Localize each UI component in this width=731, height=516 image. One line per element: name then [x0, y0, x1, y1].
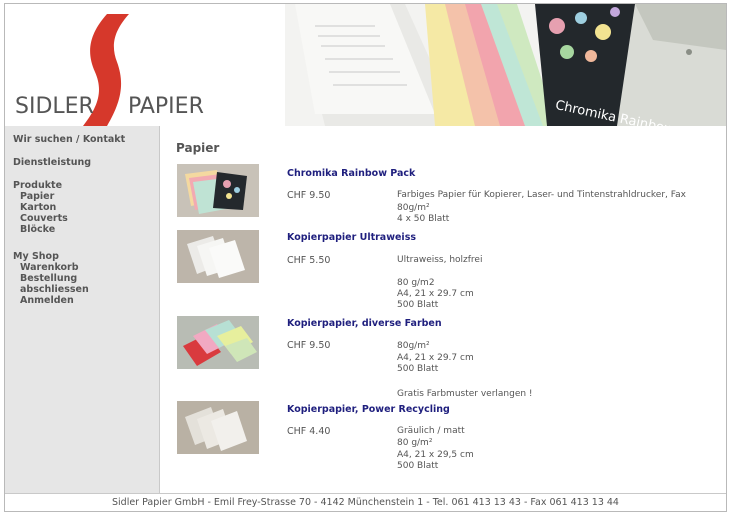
product-desc-line: Farbiges Papier für Kopierer, Laser- und…: [397, 190, 686, 200]
product-image-ultraweiss[interactable]: [177, 230, 259, 283]
nav-contact-link[interactable]: Wir suchen / Kontakt: [13, 134, 125, 145]
product-desc-line: 500 Blatt: [397, 364, 439, 374]
product-desc-line: Gratis Farbmuster verlangen !: [397, 389, 533, 399]
nav-papier-link[interactable]: Papier: [20, 191, 54, 202]
nav-service-link[interactable]: Dienstleistung: [13, 157, 91, 168]
product-desc-line: 500 Blatt: [397, 300, 439, 310]
product-desc-line: 80 g/m²: [397, 438, 433, 448]
product-title-link[interactable]: Kopierpapier Ultraweiss: [287, 232, 416, 243]
product-image-chromika[interactable]: [177, 164, 259, 217]
nav-karton-link[interactable]: Karton: [20, 202, 56, 213]
product-desc-line: A4, 21 x 29,5 cm: [397, 450, 474, 460]
product-desc-line: A4, 21 x 29.7 cm: [397, 353, 474, 363]
nav-login-link[interactable]: Anmelden: [20, 295, 74, 306]
product-price: CHF 9.50: [287, 340, 331, 351]
product-image-recycling[interactable]: [177, 401, 259, 454]
nav-order-link[interactable]: Bestellung: [20, 273, 77, 284]
footer-address: Sidler Papier GmbH - Emil Frey-Strasse 7…: [112, 497, 619, 508]
product-price: CHF 5.50: [287, 255, 331, 266]
nav-shop-link[interactable]: My Shop: [13, 251, 59, 262]
banner-image: [285, 4, 726, 126]
logo-text-sidler: SIDLER: [15, 94, 94, 119]
product-desc-line: A4, 21 x 29.7 cm: [397, 289, 474, 299]
page-frame: SIDLER PAPIER Chromika Rainbow Wir suche…: [4, 3, 727, 512]
page-title: Papier: [176, 141, 220, 155]
product-title-link[interactable]: Kopierpapier, Power Recycling: [287, 404, 450, 415]
product-desc-line: 80g/m²: [397, 203, 430, 213]
product-desc-line: Gräulich / matt: [397, 426, 465, 436]
product-desc-line: 4 x 50 Blatt: [397, 214, 450, 224]
nav-checkout-link[interactable]: abschliessen: [20, 284, 89, 295]
product-price: CHF 9.50: [287, 190, 331, 201]
product-title-link[interactable]: Chromika Rainbow Pack: [287, 168, 415, 179]
product-desc-line: 80 g/m2: [397, 278, 435, 288]
product-desc-line: 80g/m²: [397, 341, 430, 351]
product-desc-line: Ultraweiss, holzfrei: [397, 255, 483, 265]
footer: Sidler Papier GmbH - Emil Frey-Strasse 7…: [5, 493, 726, 511]
product-image-farben[interactable]: [177, 316, 259, 369]
product-price: CHF 4.40: [287, 426, 331, 437]
nav-couverts-link[interactable]: Couverts: [20, 213, 68, 224]
nav-products-link[interactable]: Produkte: [13, 180, 62, 191]
product-desc-line: 500 Blatt: [397, 461, 439, 471]
nav-bloecke-link[interactable]: Blöcke: [20, 224, 55, 235]
header: SIDLER PAPIER Chromika Rainbow: [5, 4, 726, 126]
sidebar: Wir suchen / Kontakt Dienstleistung Prod…: [5, 126, 160, 493]
logo-text-papier: PAPIER: [128, 94, 204, 119]
nav-cart-link[interactable]: Warenkorb: [20, 262, 79, 273]
product-title-link[interactable]: Kopierpapier, diverse Farben: [287, 318, 442, 329]
